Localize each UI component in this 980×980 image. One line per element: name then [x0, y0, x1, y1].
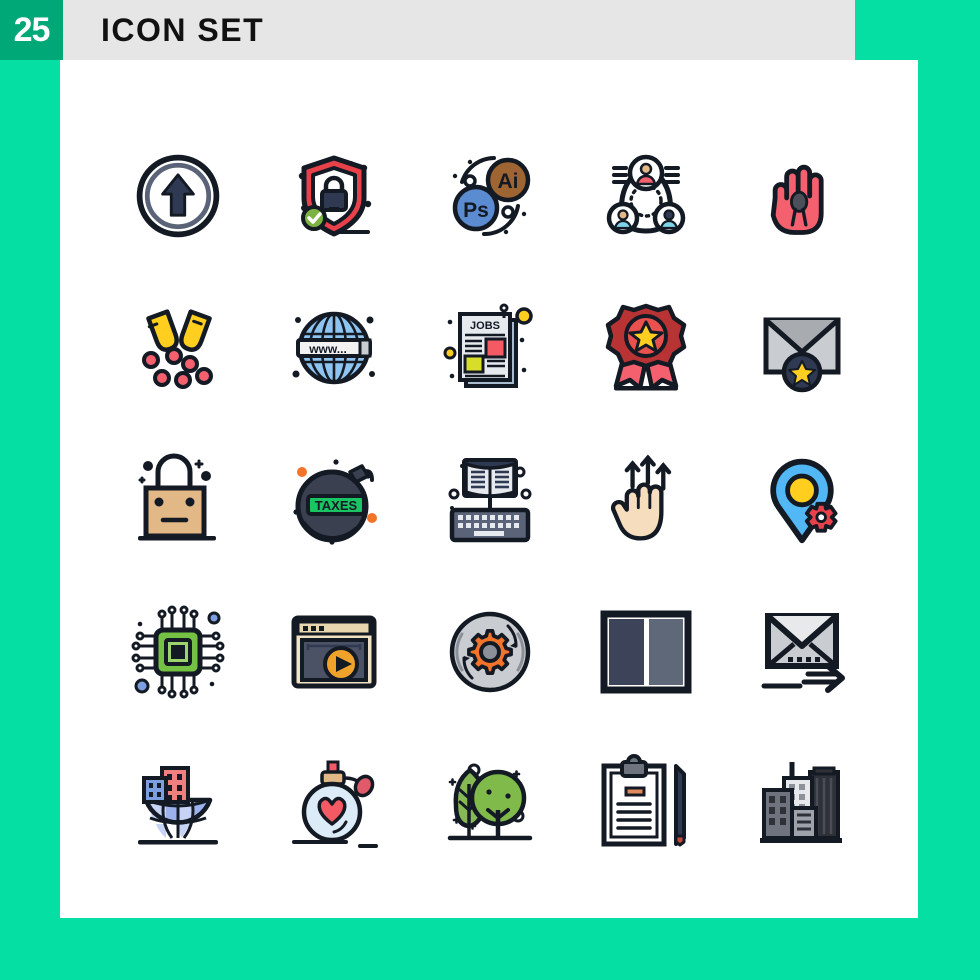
- city-buildings-icon: [760, 762, 842, 843]
- trees-park-icon: [447, 763, 533, 841]
- page-title: ICON SET: [101, 11, 265, 48]
- icon-count-badge: 25: [0, 0, 63, 60]
- icon-cell-team-network[interactable]: [568, 120, 724, 272]
- clipboard-pencil-icon: [601, 754, 686, 847]
- upload-arrow-circle-icon: [136, 154, 220, 238]
- processing-gear-icon: [449, 611, 531, 693]
- icon-cell-www-globe[interactable]: www...: [256, 272, 412, 424]
- team-network-icon: [606, 154, 686, 235]
- icon-cell-swipe-up-gesture[interactable]: [568, 424, 724, 576]
- icon-cell-design-tools[interactable]: Ai Ps: [412, 120, 568, 272]
- send-mail-icon: [761, 613, 845, 693]
- icon-cell-processing-gear[interactable]: [412, 576, 568, 728]
- icon-cell-taxes-bomb[interactable]: TAXES: [256, 424, 412, 576]
- icon-cell-capsule-medicine[interactable]: [100, 272, 256, 424]
- icon-cell-location-settings-pin[interactable]: [724, 424, 880, 576]
- jobs-newspaper-label: JOBS: [470, 320, 500, 332]
- icon-cell-security-shield-lock[interactable]: [256, 120, 412, 272]
- taxes-bomb-icon: TAXES: [293, 459, 377, 545]
- icon-cell-awareness-ribbon-hand[interactable]: [724, 120, 880, 272]
- icon-cell-shopping-bag[interactable]: [100, 424, 256, 576]
- shopping-bag-icon: [138, 453, 216, 541]
- www-globe-icon: www...: [292, 311, 375, 385]
- icon-cell-global-city[interactable]: [100, 728, 256, 880]
- icon-cell-cpu-chip[interactable]: [100, 576, 256, 728]
- security-shield-lock-icon: [298, 155, 372, 237]
- icon-cell-clipboard-pencil[interactable]: [568, 728, 724, 880]
- swipe-up-gesture-icon: [610, 454, 672, 541]
- icon-cell-jobs-newspaper[interactable]: JOBS: [412, 272, 568, 424]
- icon-cell-favorite-mail-star[interactable]: [724, 272, 880, 424]
- icon-set-page: 25 ICON SET Ai Ps www... JOBS TAXES: [0, 0, 980, 980]
- design-tools-ai-label: Ai: [498, 170, 519, 193]
- icon-cell-video-player-browser[interactable]: [256, 576, 412, 728]
- jobs-newspaper-icon: JOBS: [443, 303, 533, 388]
- icon-cell-two-column-layout[interactable]: [568, 576, 724, 728]
- location-settings-pin-icon: [770, 458, 838, 544]
- perfume-heart-icon: [292, 760, 378, 848]
- taxes-bomb-label: TAXES: [315, 498, 358, 513]
- design-tools-ps-ai-icon: Ai Ps: [452, 156, 531, 237]
- icon-cell-upload-arrow-circle[interactable]: [100, 120, 256, 272]
- icon-cell-online-education[interactable]: [412, 424, 568, 576]
- favorite-mail-star-icon: [763, 317, 841, 393]
- icon-grid: Ai Ps www... JOBS TAXES: [100, 120, 880, 880]
- icon-cell-award-badge-star[interactable]: [568, 272, 724, 424]
- two-column-layout-icon: [600, 610, 692, 694]
- cpu-chip-icon: [131, 605, 225, 699]
- online-education-keyboard-icon: [448, 458, 532, 543]
- award-badge-star-icon: [605, 303, 687, 391]
- header-bar: 25 ICON SET: [0, 0, 855, 60]
- design-tools-ps-label: Ps: [463, 199, 489, 222]
- svg-text:www...: www...: [308, 342, 347, 356]
- header-titlebar: ICON SET: [63, 0, 855, 60]
- icon-cell-send-mail[interactable]: [724, 576, 880, 728]
- capsule-medicine-icon: [142, 309, 213, 389]
- global-city-icon: [138, 766, 218, 845]
- icon-cell-perfume-heart[interactable]: [256, 728, 412, 880]
- icon-cell-trees-park[interactable]: [412, 728, 568, 880]
- awareness-ribbon-hand-icon: [770, 164, 824, 235]
- icon-cell-city-buildings[interactable]: [724, 728, 880, 880]
- video-player-browser-icon: [291, 615, 377, 689]
